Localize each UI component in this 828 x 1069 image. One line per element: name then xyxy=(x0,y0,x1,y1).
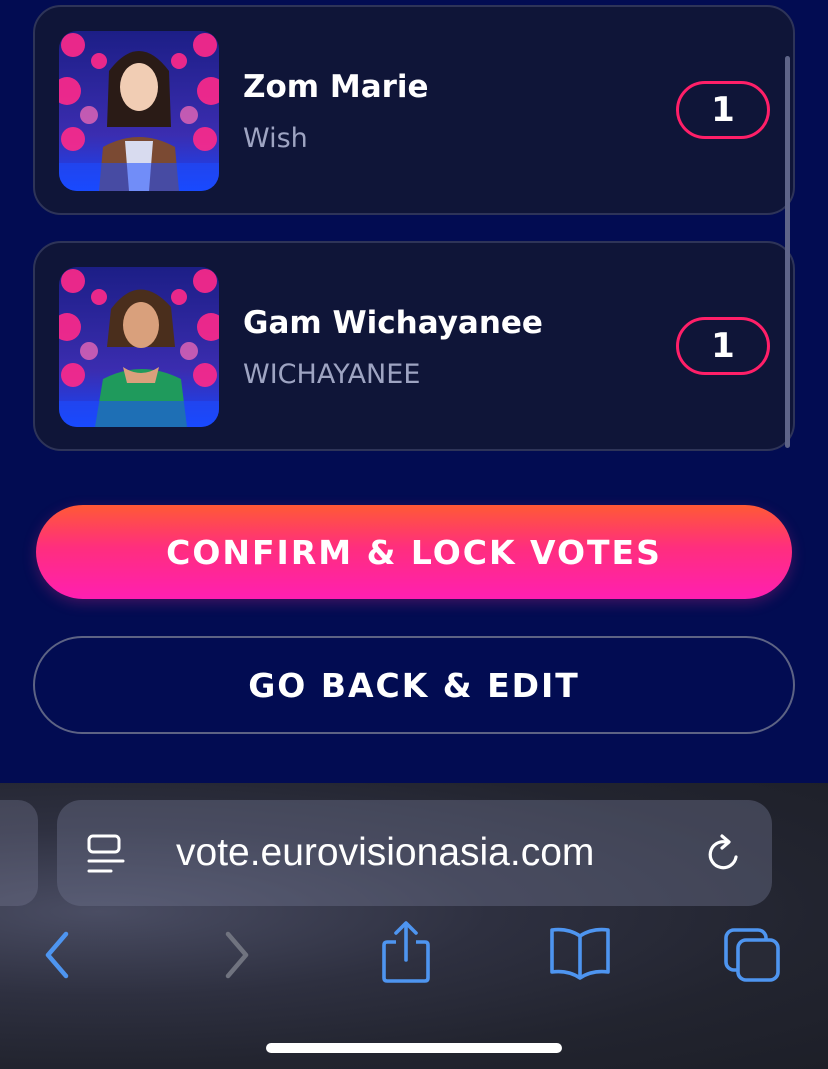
confirm-lock-votes-button[interactable]: CONFIRM & LOCK VOTES xyxy=(36,505,792,599)
artist-photo xyxy=(59,31,219,191)
share-icon[interactable] xyxy=(378,920,434,986)
bookmarks-icon[interactable] xyxy=(548,926,612,982)
points-badge: 1 xyxy=(676,81,770,139)
tabs-icon[interactable] xyxy=(722,926,784,984)
back-arrow-icon[interactable] xyxy=(38,928,78,982)
vote-entry-card: Gam Wichayanee WICHAYANEE 1 xyxy=(33,241,795,451)
song-title: Wish xyxy=(243,123,308,154)
browser-toolbar: vote.eurovisionasia.com xyxy=(0,783,828,1069)
reload-icon[interactable] xyxy=(702,833,746,877)
reader-mode-icon[interactable] xyxy=(86,833,126,877)
artist-name: Gam Wichayanee xyxy=(243,305,543,341)
forward-arrow-icon[interactable] xyxy=(216,928,256,982)
artist-name: Zom Marie xyxy=(243,69,429,105)
go-back-edit-button[interactable]: GO BACK & EDIT xyxy=(33,636,795,734)
song-title: WICHAYANEE xyxy=(243,359,421,390)
list-scrollbar[interactable] xyxy=(785,56,790,448)
previous-tab-preview[interactable] xyxy=(0,800,38,906)
url-text[interactable]: vote.eurovisionasia.com xyxy=(176,831,594,875)
vote-entry-card: Zom Marie Wish 1 xyxy=(33,5,795,215)
voting-page: Zom Marie Wish 1 Gam Wichayanee WICHAYAN… xyxy=(0,0,828,1069)
points-badge: 1 xyxy=(676,317,770,375)
artist-photo xyxy=(59,267,219,427)
home-indicator[interactable] xyxy=(266,1043,562,1053)
